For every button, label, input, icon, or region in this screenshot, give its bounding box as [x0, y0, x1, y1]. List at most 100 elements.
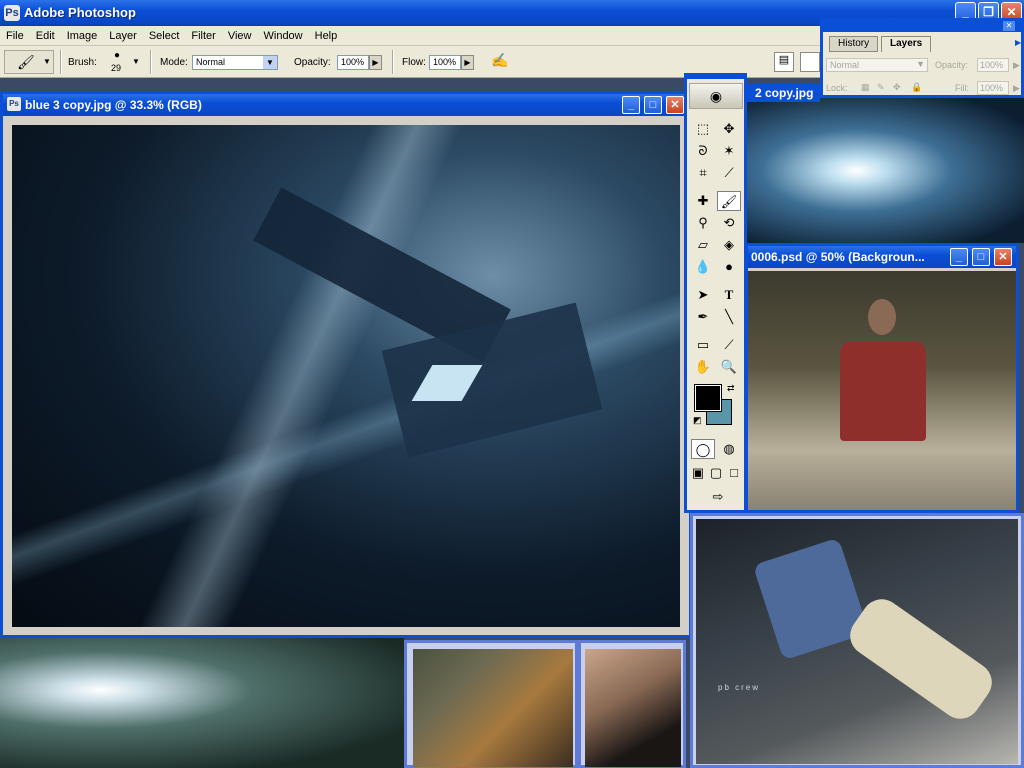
layers-palette[interactable]: ✕ History Layers ▶ Normal ▼ Opacity: 100… — [820, 18, 1024, 98]
background-document-canvas[interactable] — [0, 638, 404, 768]
adobe-online-icon[interactable]: ◉ — [689, 83, 743, 109]
line-tool-icon[interactable]: ╲ — [717, 307, 741, 327]
man-photo: pb crew — [696, 519, 1018, 764]
tab-history[interactable]: History — [829, 36, 879, 52]
lock-label: Lock: — [826, 83, 848, 93]
menu-view[interactable]: View — [222, 26, 258, 44]
tool-preset-picker[interactable]: 🖌 ▼ — [4, 50, 54, 74]
chevron-down-icon: ▼ — [132, 57, 140, 66]
tab-layers[interactable]: Layers — [881, 36, 932, 52]
minimize-icon[interactable]: _ — [622, 96, 640, 114]
flow-slider-button[interactable]: ▶ — [461, 55, 474, 70]
hand-tool-icon[interactable]: ✋ — [691, 357, 715, 377]
type-tool-icon[interactable]: T — [717, 285, 741, 305]
photo-caption: pb crew — [718, 683, 761, 692]
history-brush-tool-icon[interactable]: ⟲ — [717, 213, 741, 233]
palette-well-icon[interactable] — [800, 52, 820, 72]
brush-picker[interactable]: ● 29 ▼ — [104, 50, 140, 76]
file-browser-icon[interactable]: ▤ — [774, 52, 794, 72]
flow-field[interactable]: 100% — [429, 55, 461, 70]
blend-mode-select[interactable]: Normal ▼ — [826, 58, 928, 72]
opacity-field[interactable]: 100% — [337, 55, 369, 70]
maximize-icon[interactable]: □ — [644, 96, 662, 114]
menu-window[interactable]: Window — [258, 26, 309, 44]
eraser-tool-icon[interactable]: ▱ — [691, 235, 715, 255]
quick-mask-mode-icon[interactable]: ◍ — [717, 439, 741, 459]
fill-value: 100% — [980, 83, 1004, 93]
full-screen-mode-icon[interactable]: □ — [725, 463, 743, 483]
photoshop-app-icon[interactable]: Ps — [4, 5, 20, 21]
clone-stamp-tool-icon[interactable]: ⚲ — [691, 213, 715, 233]
opacity-slider-button[interactable]: ▶ — [369, 55, 382, 70]
slice-tool-icon[interactable]: ⟋ — [717, 163, 741, 183]
second-document-title-bar[interactable]: 2 copy.jpg — [747, 84, 820, 102]
tools-palette[interactable]: ◉ ⬚ ✥ ᘐ ✶ ⌗ ⟋ ✚ 🖌 ⚲ ⟲ ▱ ◈ 💧 ● ➤ T ✒ ╲ ▭ … — [684, 73, 747, 513]
blur-tool-icon[interactable]: 💧 — [691, 257, 715, 277]
palette-menu-icon[interactable]: ▶ — [1015, 38, 1021, 47]
fill-arrow-icon[interactable]: ▶ — [1013, 83, 1020, 94]
menu-image[interactable]: Image — [61, 26, 104, 44]
full-screen-menu-mode-icon[interactable]: ▢ — [707, 463, 725, 483]
pen-tool-icon[interactable]: ✒ — [691, 307, 715, 327]
minimize-icon[interactable]: _ — [950, 248, 968, 266]
lock-all-icon[interactable]: 🔒 — [911, 82, 922, 93]
menu-select[interactable]: Select — [143, 26, 186, 44]
document-icon: Ps — [7, 97, 21, 111]
paint-bucket-tool-icon[interactable]: ◈ — [717, 235, 741, 255]
path-selection-tool-icon[interactable]: ➤ — [691, 285, 715, 305]
menu-layer[interactable]: Layer — [103, 26, 143, 44]
dodge-tool-icon[interactable]: ● — [717, 257, 741, 277]
second-document-canvas[interactable] — [745, 98, 1024, 243]
layer-opacity-field[interactable]: 100% — [977, 58, 1009, 72]
head-shape — [868, 299, 896, 335]
zoom-tool-icon[interactable]: 🔍 — [717, 357, 741, 377]
crop-tool-icon[interactable]: ⌗ — [691, 163, 715, 183]
close-icon[interactable]: ✕ — [1003, 21, 1015, 31]
document-title-bar[interactable]: Ps blue 3 copy.jpg @ 33.3% (RGB) — [3, 94, 689, 116]
document-title: blue 3 copy.jpg @ 33.3% (RGB) — [25, 98, 202, 112]
marquee-tool-icon[interactable]: ⬚ — [691, 119, 715, 139]
default-colors-icon[interactable]: ◩ — [693, 415, 702, 426]
healing-brush-tool-icon[interactable]: ✚ — [691, 191, 715, 211]
fill-field[interactable]: 100% — [977, 81, 1009, 95]
maximize-icon[interactable]: □ — [972, 248, 990, 266]
man-photo-window[interactable]: pb crew — [690, 513, 1024, 768]
brush-size: 29 — [111, 63, 122, 73]
magic-wand-tool-icon[interactable]: ✶ — [717, 141, 741, 161]
move-tool-icon[interactable]: ✥ — [717, 119, 741, 139]
foreground-color-swatch[interactable] — [694, 384, 722, 412]
close-icon[interactable]: ✕ — [666, 96, 684, 114]
lock-transparency-icon[interactable]: ▦ — [861, 82, 870, 93]
menu-file[interactable]: File — [0, 26, 30, 44]
document-canvas[interactable] — [748, 271, 1016, 510]
document-window-main[interactable]: Ps blue 3 copy.jpg @ 33.3% (RGB) _ □ ✕ — [0, 91, 692, 638]
eyedropper-tool-icon[interactable]: ⟋ — [717, 335, 741, 355]
mode-select[interactable]: Normal ▼ — [192, 55, 278, 70]
standard-mode-icon[interactable]: ◯ — [691, 439, 715, 459]
menu-edit[interactable]: Edit — [30, 26, 61, 44]
blend-mode-value: Normal — [830, 60, 860, 70]
lock-image-icon[interactable]: ✎ — [877, 82, 885, 93]
standard-screen-mode-icon[interactable]: ▣ — [689, 463, 707, 483]
lock-position-icon[interactable]: ✥ — [893, 82, 901, 93]
red-shirt-shape — [840, 341, 926, 441]
chevron-down-icon: ▼ — [43, 57, 51, 66]
brush-tool-icon: 🖌 — [17, 54, 35, 70]
jump-to-imageready-icon[interactable]: ⇨ — [703, 487, 733, 507]
app-title: Adobe Photoshop — [24, 5, 136, 20]
flow-label: Flow: — [402, 57, 426, 68]
dog-photo-window[interactable] — [404, 640, 578, 768]
close-icon[interactable]: ✕ — [994, 248, 1012, 266]
document-window-portrait[interactable]: 0006.psd @ 50% (Backgroun... _ □ ✕ — [745, 243, 1019, 513]
notes-tool-icon[interactable]: ▭ — [691, 335, 715, 355]
lasso-tool-icon[interactable]: ᘐ — [691, 141, 715, 161]
brush-tool-icon[interactable]: 🖌 — [717, 191, 741, 211]
airbrush-icon[interactable]: ✍ — [488, 52, 512, 72]
swap-colors-icon[interactable]: ⇄ — [727, 383, 735, 394]
document-canvas[interactable] — [12, 125, 680, 627]
menu-help[interactable]: Help — [309, 26, 344, 44]
palette-title-bar[interactable]: ✕ — [823, 21, 1021, 32]
portrait-photo-window[interactable] — [578, 640, 686, 768]
layer-opacity-arrow-icon[interactable]: ▶ — [1013, 60, 1020, 71]
menu-filter[interactable]: Filter — [185, 26, 221, 44]
